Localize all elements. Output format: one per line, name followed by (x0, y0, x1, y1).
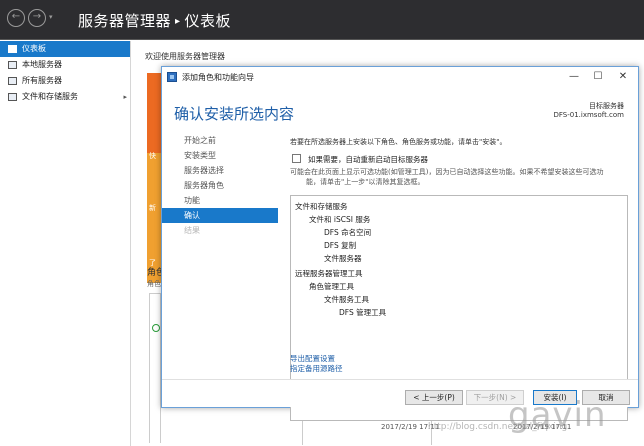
sidebar-item-local-server[interactable]: 本地服务器 (0, 57, 130, 73)
step-confirmation[interactable]: 确认 (162, 208, 278, 223)
minimize-button[interactable]: — (564, 70, 584, 84)
step-before-you-begin[interactable]: 开始之前 (162, 133, 278, 148)
restart-checkbox-label[interactable]: 如果需要，自动重新启动目标服务器 (308, 154, 428, 165)
list-item: 文件和 iSCSI 服务 (309, 215, 371, 224)
instruction-text: 若要在所选服务器上安装以下角色、角色服务或功能，请单击"安装"。 (290, 138, 507, 146)
current-page-title: 仪表板 (184, 12, 232, 30)
role-tile[interactable] (149, 293, 161, 443)
restart-checkbox[interactable] (292, 154, 301, 163)
quick-start-fragment: 快 (149, 152, 156, 160)
status-ok-icon (152, 324, 160, 332)
roles-subtext: 角色 (147, 280, 161, 288)
sidebar-item-all-servers[interactable]: 所有服务器 (0, 73, 130, 89)
server-manager-header: ← → ▾ 服务器管理器 ▸ 仪表板 (0, 0, 644, 40)
step-features[interactable]: 功能 (162, 193, 278, 208)
close-button[interactable]: ✕ (613, 70, 633, 84)
wizard-app-icon (167, 72, 177, 82)
quick-start-fragment: 新 (149, 204, 156, 212)
sidebar-item-dashboard[interactable]: 仪表板 (0, 41, 130, 57)
list-item: 远程服务器管理工具 (295, 269, 363, 278)
history-dropdown-icon[interactable]: ▾ (49, 13, 53, 21)
step-server-roles[interactable]: 服务器角色 (162, 178, 278, 193)
wizard-page-heading: 确认安装所选内容 (174, 105, 295, 123)
list-item: 文件服务器 (324, 254, 362, 263)
previous-button[interactable]: < 上一步(P) (405, 390, 463, 405)
maximize-button[interactable]: ☐ (588, 70, 608, 84)
sidebar-item-file-storage[interactable]: 文件和存储服务 ▸ (0, 89, 130, 105)
sidebar: 仪表板 本地服务器 所有服务器 文件和存储服务 ▸ (0, 41, 131, 446)
dialog-title: 添加角色和功能向导 (182, 73, 254, 82)
dialog-titlebar[interactable]: 添加角色和功能向导 — ☐ ✕ (162, 67, 638, 88)
forward-button[interactable]: → (28, 9, 46, 27)
optional-features-note: 可能会在此页面上显示可选功能(如管理工具)，因为已自动选择这些功能。如果不希望安… (290, 168, 604, 176)
dashboard-icon (8, 45, 17, 53)
alternate-source-link[interactable]: 指定备用源路径 (290, 363, 343, 374)
add-roles-wizard-dialog: 添加角色和功能向导 — ☐ ✕ 确认安装所选内容 目标服务器 DFS-01.ix… (161, 66, 639, 421)
step-results: 结果 (184, 226, 200, 235)
server-icon (8, 61, 17, 69)
list-item: DFS 命名空间 (324, 228, 372, 237)
storage-icon (8, 93, 17, 101)
list-item: 文件服务工具 (324, 295, 369, 304)
app-title: 服务器管理器 (78, 12, 172, 30)
target-server-value: DFS-01.ixmsoft.com (553, 111, 625, 119)
page-title: 服务器管理器 ▸ 仪表板 (78, 10, 231, 31)
title-separator: ▸ (175, 16, 181, 27)
list-item: DFS 复制 (324, 241, 357, 250)
step-installation-type[interactable]: 安装类型 (162, 148, 278, 163)
watermark-url: http://blog.csdn.net/xzl_fiqxing (428, 422, 568, 432)
list-item: DFS 管理工具 (339, 308, 387, 317)
target-server-label: 目标服务器 (589, 102, 624, 110)
sidebar-item-label: 所有服务器 (22, 76, 62, 85)
sidebar-item-label: 本地服务器 (22, 60, 62, 69)
back-button[interactable]: ← (7, 9, 25, 27)
wizard-steps: 开始之前 安装类型 服务器选择 服务器角色 功能 确认 结果 (162, 133, 278, 238)
optional-features-note: 能，请单击"上一步"以清除其复选框。 (306, 178, 425, 186)
list-item: 角色管理工具 (309, 282, 354, 291)
servers-icon (8, 77, 17, 85)
chevron-right-icon[interactable]: ▸ (123, 89, 127, 105)
step-server-selection[interactable]: 服务器选择 (162, 163, 278, 178)
sidebar-item-label: 仪表板 (22, 44, 46, 53)
welcome-heading: 欢迎使用服务器管理器 (145, 52, 225, 61)
list-item: 文件和存储服务 (295, 202, 348, 211)
sidebar-item-label: 文件和存储服务 (22, 92, 78, 101)
